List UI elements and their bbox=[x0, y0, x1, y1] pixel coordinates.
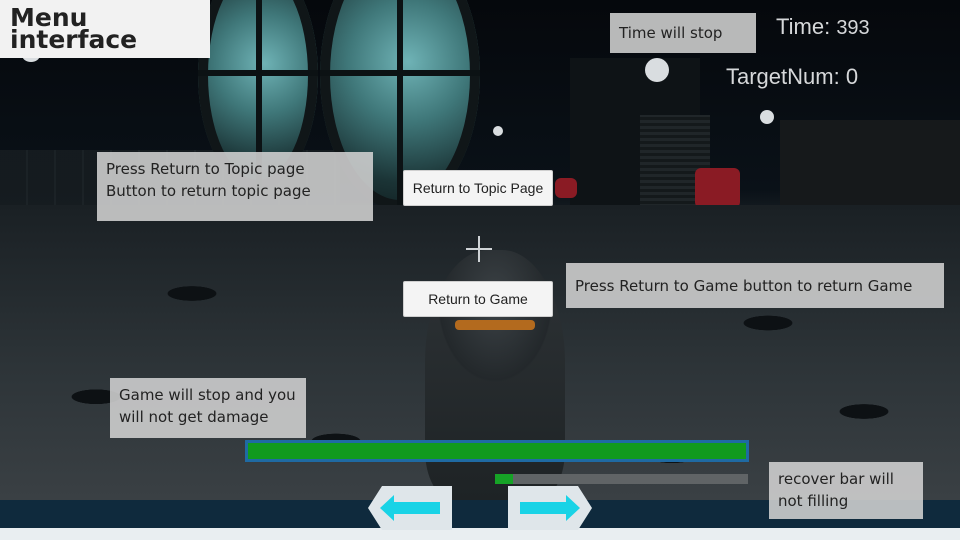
scene-object bbox=[555, 178, 577, 198]
note-no-damage: Game will stop and you will not get dama… bbox=[110, 378, 306, 438]
arrow-right-icon[interactable] bbox=[508, 486, 592, 530]
note-return-game: Press Return to Game button to return Ga… bbox=[566, 263, 944, 308]
bottom-base bbox=[0, 528, 960, 540]
page-title: Menu interface bbox=[0, 0, 210, 58]
target-value: 0 bbox=[845, 64, 859, 89]
note-recover-bar: recover bar will not filling bbox=[769, 462, 923, 519]
return-to-topic-button[interactable]: Return to Topic Page bbox=[403, 170, 553, 206]
time-label: Time: bbox=[776, 14, 831, 39]
target-label: TargetNum: bbox=[726, 64, 840, 89]
flying-enemy bbox=[645, 58, 669, 82]
time-counter: Time: 393 bbox=[776, 14, 870, 40]
note-line: Button to return topic page bbox=[106, 182, 311, 200]
flying-enemy bbox=[493, 126, 503, 136]
return-to-game-button[interactable]: Return to Game bbox=[403, 281, 553, 317]
note-time-stop: Time will stop bbox=[610, 13, 756, 53]
note-line: will not get damage bbox=[119, 408, 269, 426]
recover-bar bbox=[495, 474, 748, 484]
health-bar bbox=[245, 440, 749, 462]
note-return-topic: Press Return to Topic page Button to ret… bbox=[97, 152, 373, 221]
note-line: recover bar will bbox=[778, 470, 894, 488]
recover-bar-fill bbox=[495, 474, 513, 484]
note-line: Game will stop and you bbox=[119, 386, 296, 404]
target-counter: TargetNum: 0 bbox=[726, 64, 858, 90]
flying-enemy bbox=[760, 110, 774, 124]
scene-object bbox=[695, 168, 740, 208]
arrow-left-icon[interactable] bbox=[368, 486, 452, 530]
crosshair-icon bbox=[466, 236, 492, 262]
note-line: not filling bbox=[778, 492, 849, 510]
time-value: 393 bbox=[836, 17, 870, 39]
note-line: Press Return to Topic page bbox=[106, 160, 305, 178]
health-bar-fill bbox=[248, 443, 746, 459]
